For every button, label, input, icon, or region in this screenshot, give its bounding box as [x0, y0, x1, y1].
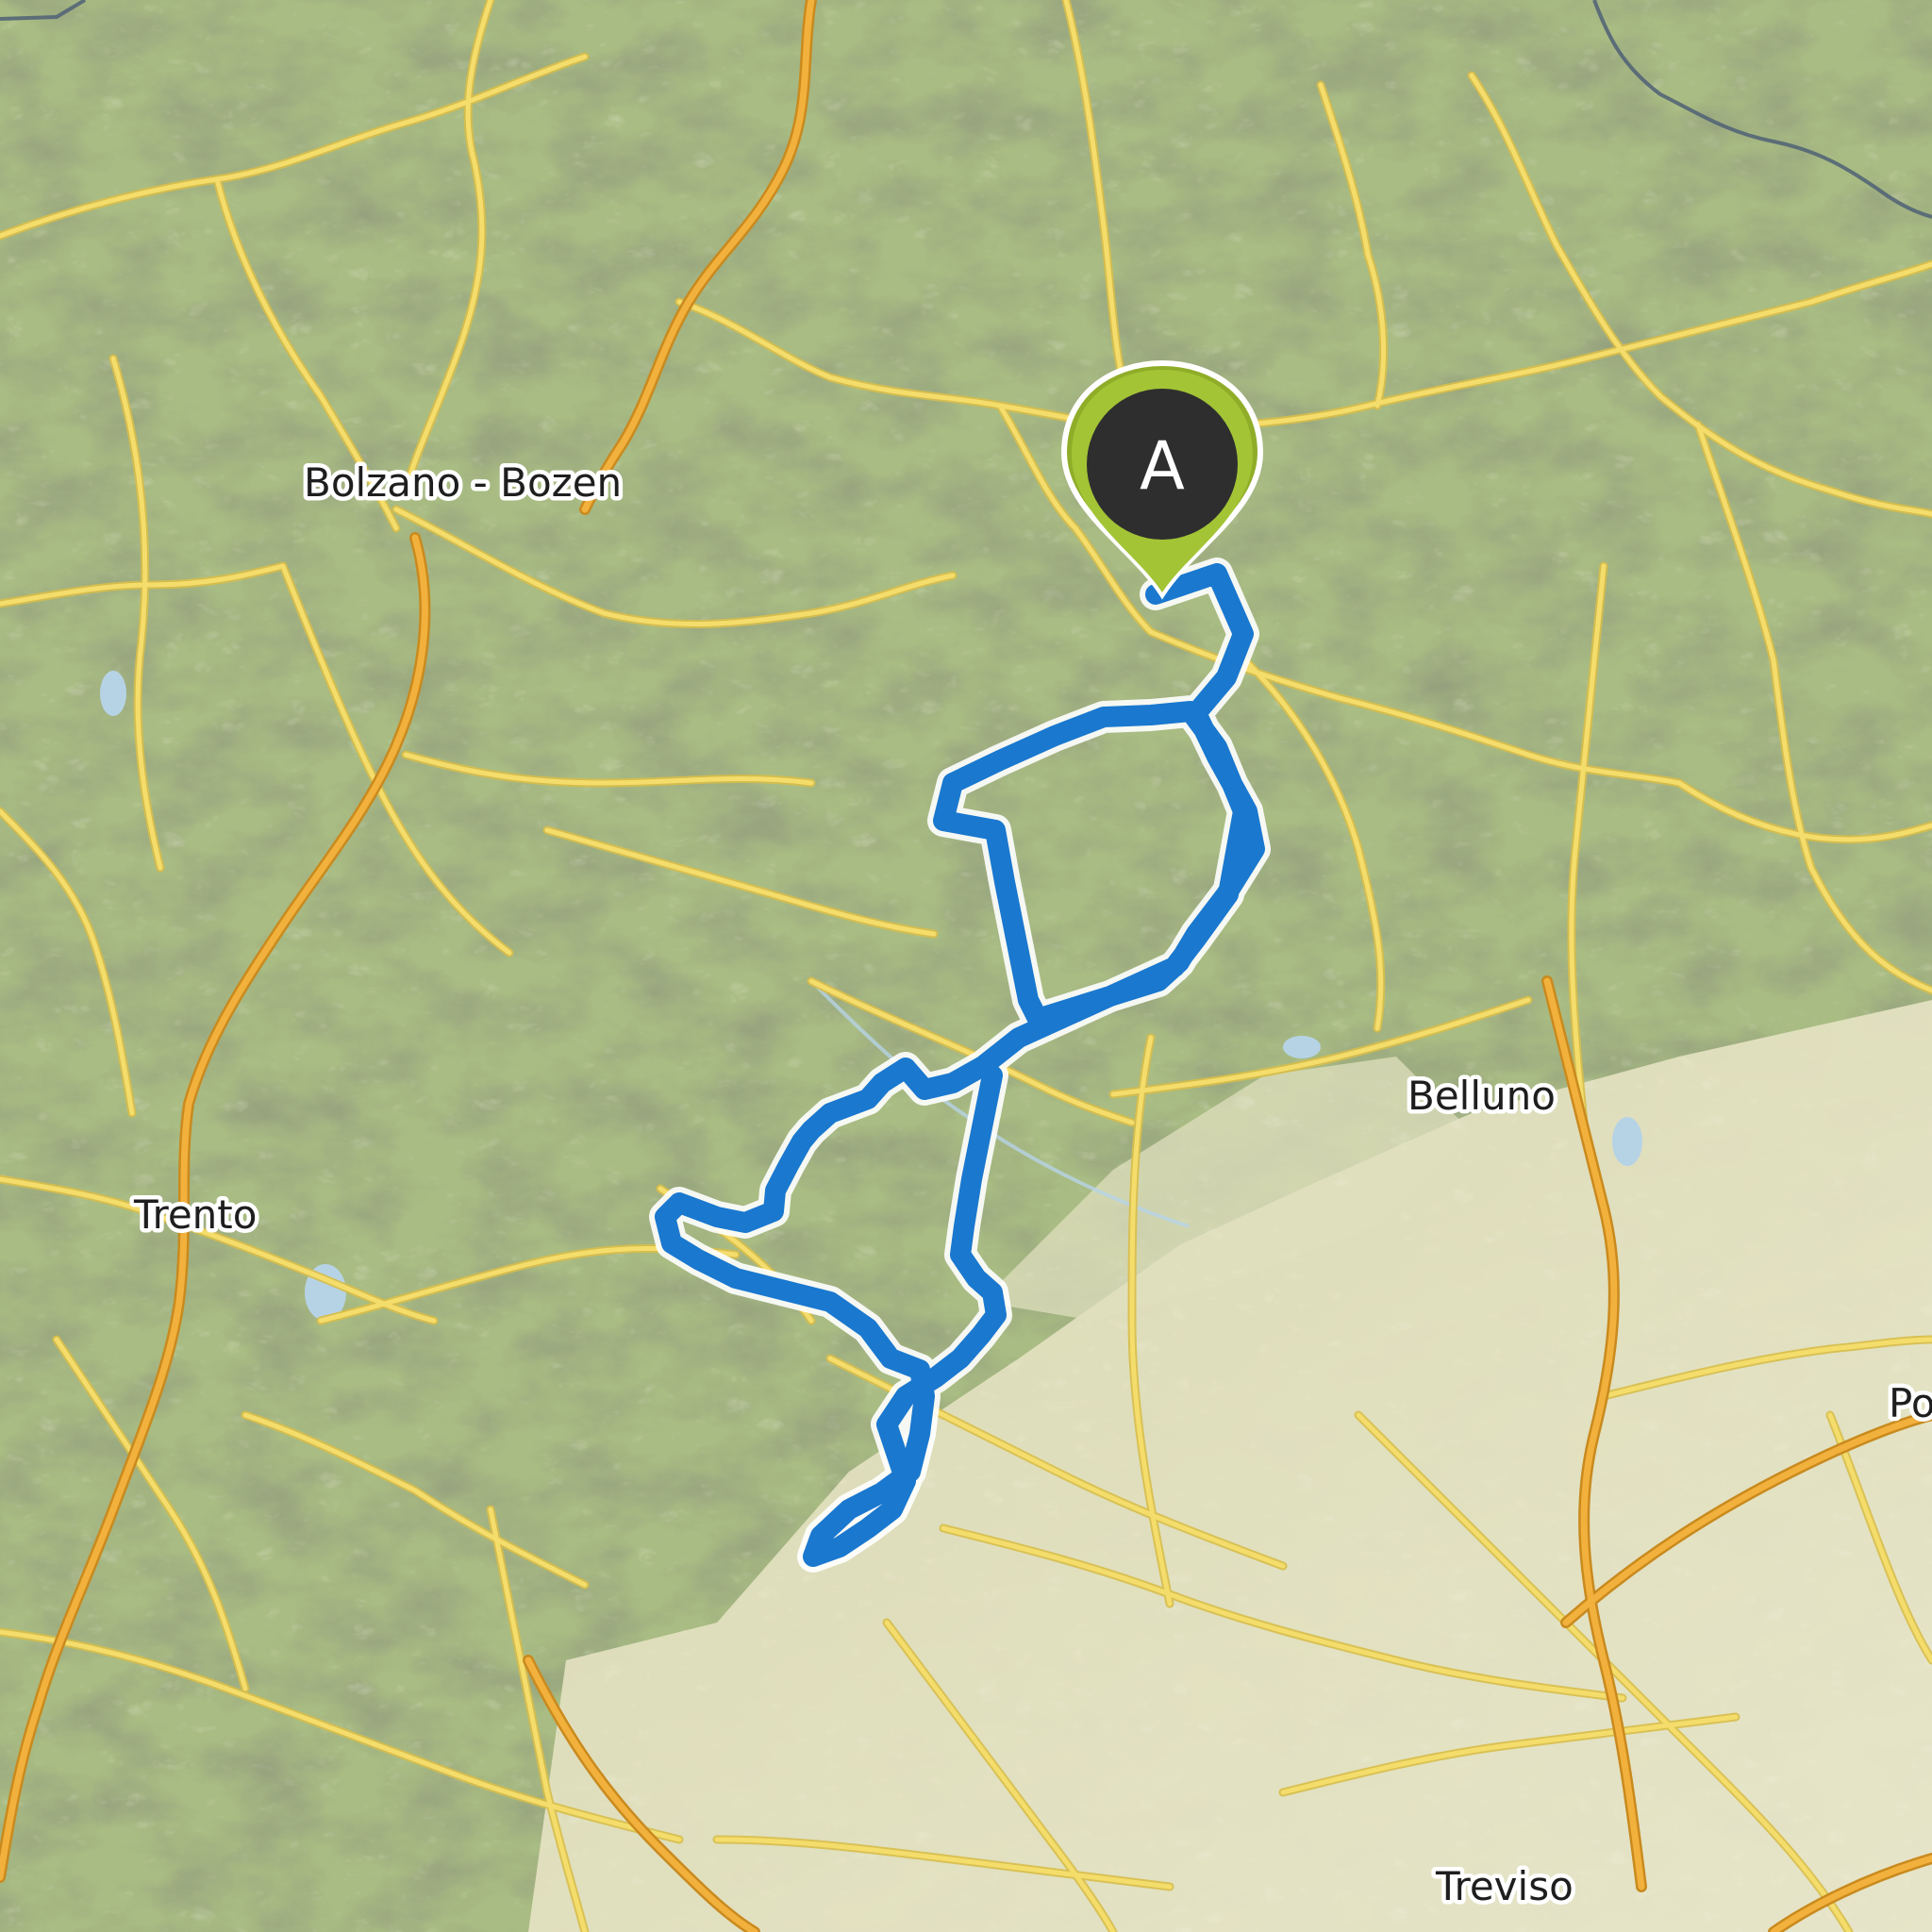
map-view[interactable]: Bolzano - Bozen Trento Belluno Treviso P…	[0, 0, 1932, 1932]
label-partial-east: Po	[1889, 1380, 1932, 1426]
terrain-ridges	[0, 0, 1932, 1932]
start-marker-letter: A	[1140, 427, 1185, 505]
label-bolzano: Bolzano - Bozen	[304, 459, 622, 506]
label-trento: Trento	[133, 1191, 257, 1238]
map-canvas[interactable]: Bolzano - Bozen Trento Belluno Treviso P…	[0, 0, 1932, 1932]
label-treviso: Treviso	[1435, 1863, 1574, 1909]
label-belluno: Belluno	[1407, 1073, 1556, 1119]
